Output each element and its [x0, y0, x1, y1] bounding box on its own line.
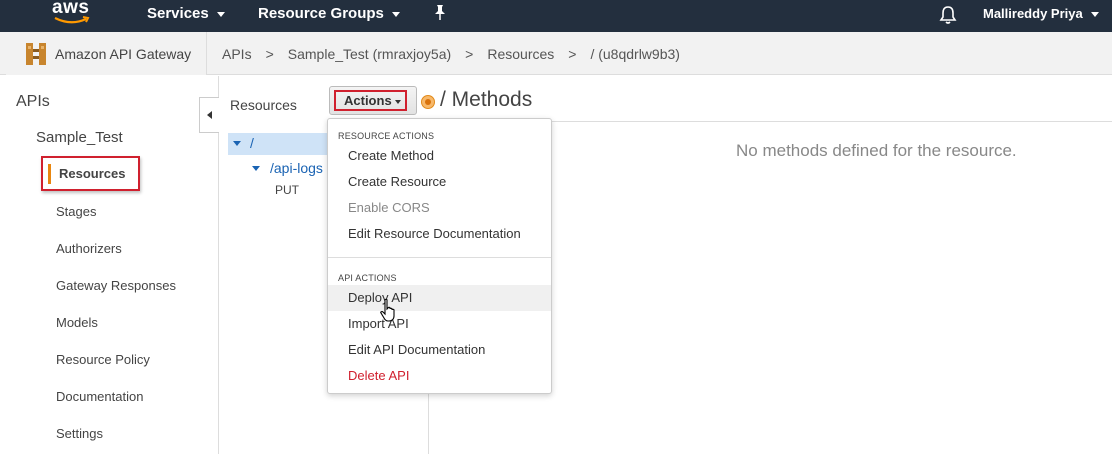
pin-icon[interactable]	[432, 4, 448, 22]
aws-logo[interactable]: aws	[52, 0, 92, 32]
actions-button[interactable]: Actions	[329, 86, 417, 115]
bell-icon[interactable]	[939, 5, 957, 25]
sidebar-item-label: Resources	[59, 166, 126, 181]
breadcrumb-resources[interactable]: Resources	[487, 46, 554, 62]
resource-tree-root[interactable]: /	[228, 133, 328, 155]
sidebar-item-settings[interactable]: Settings	[56, 426, 103, 441]
status-indicator-icon	[421, 95, 435, 109]
aws-smile-icon	[54, 16, 90, 24]
breadcrumb-separator: >	[568, 46, 577, 62]
menu-item-enable-cors[interactable]: Enable CORS	[328, 195, 551, 221]
active-indicator	[48, 164, 51, 184]
chevron-down-icon	[216, 11, 225, 17]
api-actions-header: API ACTIONS	[338, 273, 397, 283]
menu-item-create-method[interactable]: Create Method	[328, 143, 551, 169]
breadcrumb-resource: / (u8qdrlw9b3)	[590, 46, 680, 62]
menu-divider	[328, 257, 551, 258]
breadcrumb-apis[interactable]: APIs	[222, 46, 252, 62]
user-account-menu[interactable]: Mallireddy Priya	[983, 0, 1099, 32]
sidebar-item-gateway-responses[interactable]: Gateway Responses	[56, 278, 176, 293]
expand-triangle-icon[interactable]	[233, 141, 241, 146]
breadcrumb-api[interactable]: Sample_Test (rmraxjoy5a)	[288, 46, 451, 62]
services-menu[interactable]: Services	[147, 0, 225, 32]
chevron-down-icon	[391, 11, 400, 17]
menu-item-edit-resource-documentation[interactable]: Edit Resource Documentation	[328, 221, 551, 247]
resource-root-label: /	[250, 135, 254, 151]
service-home-link[interactable]: Amazon API Gateway	[6, 32, 207, 75]
resource-method-put[interactable]: PUT	[275, 183, 299, 197]
chevron-down-icon	[1090, 12, 1099, 18]
breadcrumb-bar: Amazon API Gateway APIs > Sample_Test (rmr…	[0, 32, 1112, 75]
services-label: Services	[147, 5, 209, 22]
menu-item-create-resource[interactable]: Create Resource	[328, 169, 551, 195]
hand-pointer-icon	[380, 298, 395, 322]
breadcrumb-separator: >	[465, 46, 474, 62]
menu-item-deploy-api[interactable]: Deploy API	[328, 285, 551, 311]
collapse-sidebar-button[interactable]	[199, 97, 219, 133]
menu-item-import-api[interactable]: Import API	[328, 311, 551, 337]
service-name: Amazon API Gateway	[55, 46, 192, 62]
methods-title: / Methods	[440, 88, 533, 111]
expand-triangle-icon[interactable]	[252, 166, 260, 171]
actions-label: Actions	[344, 93, 392, 108]
sidebar-item-models[interactable]: Models	[56, 315, 98, 330]
top-navigation-bar: aws Services Resource Groups Mallireddy …	[0, 0, 1112, 32]
left-sidebar: APIs Sample_Test Resources Stages Author…	[0, 76, 219, 454]
resource-groups-menu[interactable]: Resource Groups	[258, 0, 400, 32]
sidebar-item-resources[interactable]: Resources	[41, 156, 140, 191]
sidebar-api-name[interactable]: Sample_Test	[36, 129, 123, 146]
sidebar-item-stages[interactable]: Stages	[56, 204, 96, 219]
breadcrumb-separator: >	[265, 46, 274, 62]
resource-api-logs[interactable]: /api-logs	[270, 160, 323, 176]
resources-panel-title: Resources	[230, 97, 297, 113]
api-gateway-icon	[26, 43, 46, 65]
empty-methods-message: No methods defined for the resource.	[736, 141, 1017, 160]
menu-item-edit-api-documentation[interactable]: Edit API Documentation	[328, 337, 551, 363]
chevron-left-icon	[207, 111, 212, 119]
breadcrumb: APIs > Sample_Test (rmraxjoy5a) > Resources >…	[222, 46, 680, 62]
sidebar-item-authorizers[interactable]: Authorizers	[56, 241, 122, 256]
actions-dropdown-menu: RESOURCE ACTIONS Create Method Create Re…	[327, 118, 552, 394]
resource-groups-label: Resource Groups	[258, 5, 384, 22]
actions-button-highlight: Actions	[334, 90, 407, 111]
sidebar-item-documentation[interactable]: Documentation	[56, 389, 143, 404]
menu-item-delete-api[interactable]: Delete API	[328, 363, 551, 389]
chevron-down-icon	[394, 99, 401, 104]
sidebar-apis-link[interactable]: APIs	[16, 93, 50, 111]
sidebar-item-resource-policy[interactable]: Resource Policy	[56, 352, 150, 367]
resource-actions-header: RESOURCE ACTIONS	[338, 131, 435, 141]
user-name: Mallireddy Priya	[983, 6, 1083, 21]
